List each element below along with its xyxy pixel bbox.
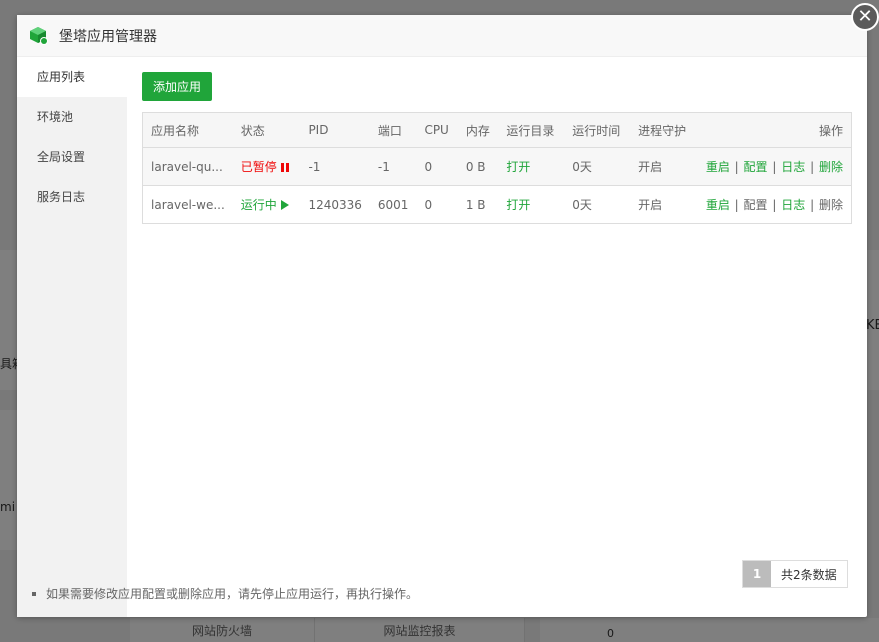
close-icon[interactable]: ✕ (851, 3, 879, 31)
open-dir-link[interactable]: 打开 (506, 198, 530, 212)
app-name: laravel-qu... (151, 159, 223, 174)
separator: | (772, 160, 777, 174)
sidebar-item-env-pool[interactable]: 环境池 (17, 97, 127, 137)
cell-ops: 重启 | 配置 | 日志 | 删除 (697, 147, 852, 186)
col-header-status: 状态 (232, 112, 301, 148)
col-header-cpu: CPU (416, 112, 458, 148)
delete-link[interactable]: 删除 (819, 160, 843, 174)
sidebar-item-service-log[interactable]: 服务日志 (17, 177, 127, 217)
page-number-current[interactable]: 1 (743, 561, 771, 587)
dialog-body: 应用列表 环境池 全局设置 服务日志 添加应用 应用名称 状态 PID 端口 C… (17, 57, 867, 617)
app-manager-dialog: 堡塔应用管理器 应用列表 环境池 全局设置 服务日志 添加应用 应用名称 状态 … (17, 15, 867, 617)
separator: | (810, 160, 815, 174)
main-panel: 添加应用 应用名称 状态 PID 端口 CPU 内存 运行目录 运行时间 进程守… (142, 72, 852, 612)
col-header-port: 端口 (369, 112, 417, 148)
cell-name: laravel-we... (142, 185, 233, 224)
dialog-header: 堡塔应用管理器 (17, 15, 867, 57)
col-header-uptime: 运行时间 (564, 112, 631, 148)
col-header-mem: 内存 (457, 112, 499, 148)
col-header-pid: PID (300, 112, 370, 148)
cell-status: 运行中 (232, 185, 301, 224)
table-row: laravel-qu... 已暂停 -1 -1 0 0 B 打开 0天 开启 重… (142, 147, 852, 186)
app-table: 应用名称 状态 PID 端口 CPU 内存 运行目录 运行时间 进程守护 操作 (142, 112, 852, 224)
cell-port: -1 (369, 147, 417, 186)
cell-pid: 1240336 (300, 185, 370, 224)
separator: | (810, 198, 815, 212)
cell-ops: 重启 | 配置 | 日志 | 删除 (697, 185, 852, 224)
col-header-name: 应用名称 (142, 112, 233, 148)
cell-pid: -1 (300, 147, 370, 186)
config-link[interactable]: 配置 (744, 160, 768, 174)
col-header-dir: 运行目录 (498, 112, 565, 148)
pagination-total: 共2条数据 (771, 561, 847, 587)
cell-mem: 0 B (457, 147, 499, 186)
sidebar-item-app-list[interactable]: 应用列表 (17, 57, 127, 97)
cell-port: 6001 (369, 185, 417, 224)
cell-guard: 开启 (630, 147, 698, 186)
log-link[interactable]: 日志 (781, 160, 805, 174)
log-link[interactable]: 日志 (781, 198, 805, 212)
cell-dir: 打开 (498, 185, 565, 224)
pagination: 1 共2条数据 (742, 560, 848, 588)
status-badge[interactable]: 运行中 (241, 198, 277, 212)
cell-uptime: 0天 (564, 185, 631, 224)
bt-app-logo-icon (29, 26, 49, 46)
separator: | (772, 198, 777, 212)
cell-dir: 打开 (498, 147, 565, 186)
separator: | (734, 198, 739, 212)
app-name: laravel-we... (151, 197, 225, 212)
cell-cpu: 0 (416, 185, 458, 224)
status-badge[interactable]: 已暂停 (241, 160, 277, 174)
cell-mem: 1 B (457, 185, 499, 224)
col-header-ops: 操作 (697, 112, 852, 148)
add-app-button[interactable]: 添加应用 (142, 72, 212, 101)
play-icon[interactable] (280, 200, 289, 210)
separator: | (734, 160, 739, 174)
cell-name: laravel-qu... (142, 147, 233, 186)
open-dir-link[interactable]: 打开 (506, 160, 530, 174)
config-link[interactable]: 配置 (744, 198, 768, 212)
table-header-row: 应用名称 状态 PID 端口 CPU 内存 运行目录 运行时间 进程守护 操作 (142, 112, 852, 148)
cell-uptime: 0天 (564, 147, 631, 186)
restart-link[interactable]: 重启 (706, 160, 730, 174)
tip-text: 如果需要修改应用配置或删除应用，请先停止应用运行，再执行操作。 (32, 585, 418, 602)
sidebar-item-global-settings[interactable]: 全局设置 (17, 137, 127, 177)
sidebar: 应用列表 环境池 全局设置 服务日志 (17, 57, 127, 617)
restart-link[interactable]: 重启 (706, 198, 730, 212)
pause-icon[interactable] (280, 163, 289, 172)
dialog-title: 堡塔应用管理器 (59, 28, 157, 45)
cell-status: 已暂停 (232, 147, 301, 186)
cell-guard: 开启 (630, 185, 698, 224)
delete-link[interactable]: 删除 (819, 198, 843, 212)
table-row: laravel-we... 运行中 1240336 6001 0 1 B 打开 … (142, 185, 852, 224)
cell-cpu: 0 (416, 147, 458, 186)
col-header-guard: 进程守护 (630, 112, 698, 148)
